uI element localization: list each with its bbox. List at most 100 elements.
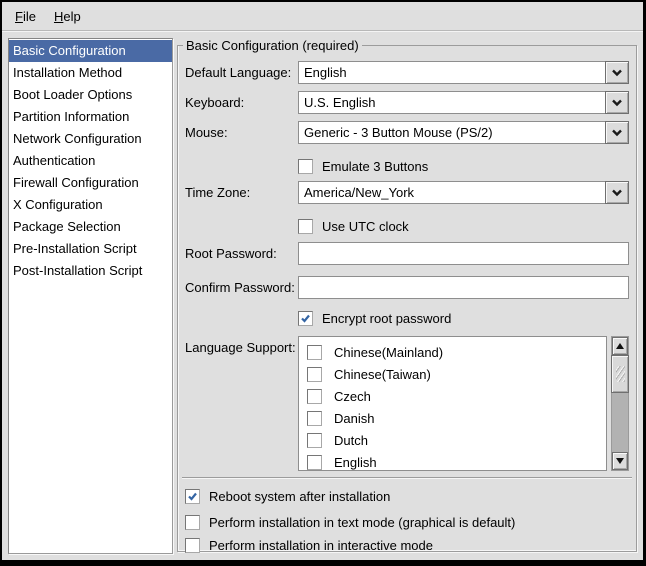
language-label: Chinese(Mainland) [334, 345, 443, 360]
mouse-label: Mouse: [185, 125, 298, 140]
text-mode-label: Perform installation in text mode (graph… [209, 515, 515, 530]
reboot-after-install-label: Reboot system after installation [209, 489, 390, 504]
frame-title: Basic Configuration (required) [183, 38, 362, 53]
time-zone-row: Time Zone: America/New_York [185, 181, 629, 204]
keyboard-dropdown-button[interactable] [605, 91, 629, 114]
mouse-dropdown-button[interactable] [605, 121, 629, 144]
interactive-mode-checkbox-row[interactable]: Perform installation in interactive mode [185, 538, 629, 553]
time-zone-label: Time Zone: [185, 185, 298, 200]
time-zone-combo[interactable]: America/New_York [298, 181, 629, 204]
language-support-area: Chinese(Mainland) Chinese(Taiwan) Czech [298, 336, 629, 471]
use-utc-clock-label: Use UTC clock [322, 219, 409, 234]
language-option-chinese-mainland[interactable]: Chinese(Mainland) [299, 341, 606, 363]
language-checkbox[interactable] [307, 367, 322, 382]
menu-help[interactable]: Help [45, 5, 90, 28]
keyboard-row: Keyboard: U.S. English [185, 91, 629, 114]
language-option-chinese-taiwan[interactable]: Chinese(Taiwan) [299, 363, 606, 385]
interactive-mode-label: Perform installation in interactive mode [209, 538, 433, 553]
language-list-scrollbar[interactable] [611, 336, 629, 471]
language-label: Danish [334, 411, 374, 426]
language-checkbox[interactable] [307, 389, 322, 404]
language-label: Dutch [334, 433, 368, 448]
time-zone-dropdown-button[interactable] [605, 181, 629, 204]
sidebar-item-boot-loader-options[interactable]: Boot Loader Options [9, 84, 172, 106]
menu-help-accel: H [54, 9, 63, 24]
time-zone-value[interactable]: America/New_York [298, 181, 605, 204]
triangle-up-icon [616, 343, 624, 349]
default-language-value[interactable]: English [298, 61, 605, 84]
sidebar-item-x-configuration[interactable]: X Configuration [9, 194, 172, 216]
keyboard-label: Keyboard: [185, 95, 298, 110]
language-checkbox[interactable] [307, 411, 322, 426]
sidebar-item-network-configuration[interactable]: Network Configuration [9, 128, 172, 150]
sidebar-item-basic-configuration[interactable]: Basic Configuration [9, 40, 172, 62]
confirm-password-label: Confirm Password: [185, 280, 298, 295]
root-password-row: Root Password: [185, 242, 629, 265]
chevron-down-icon [611, 125, 623, 140]
default-language-combo[interactable]: English [298, 61, 629, 84]
sidebar-item-installation-method[interactable]: Installation Method [9, 62, 172, 84]
language-checkbox[interactable] [307, 433, 322, 448]
encrypt-root-password-checkbox-row[interactable]: Encrypt root password [298, 311, 629, 326]
root-password-field[interactable] [298, 242, 629, 265]
text-mode-checkbox-row[interactable]: Perform installation in text mode (graph… [185, 515, 629, 530]
default-language-row: Default Language: English [185, 61, 629, 84]
language-label: English [334, 455, 377, 470]
use-utc-clock-checkbox[interactable] [298, 219, 313, 234]
reboot-after-install-checkbox-row[interactable]: Reboot system after installation [185, 489, 629, 504]
menu-help-rest: elp [63, 9, 80, 24]
menu-file[interactable]: File [6, 5, 45, 28]
language-option-czech[interactable]: Czech [299, 385, 606, 407]
main-area: Basic Configuration Installation Method … [2, 31, 643, 560]
menu-file-accel: F [15, 9, 23, 24]
encrypt-root-password-checkbox[interactable] [298, 311, 313, 326]
chevron-down-icon [611, 65, 623, 80]
keyboard-value[interactable]: U.S. English [298, 91, 605, 114]
kickstart-configurator-window: File Help Basic Configuration Installati… [0, 0, 646, 566]
sidebar-item-authentication[interactable]: Authentication [9, 150, 172, 172]
chevron-down-icon [611, 185, 623, 200]
confirm-password-field[interactable] [298, 276, 629, 299]
emulate-3-buttons-checkbox[interactable] [298, 159, 313, 174]
check-icon [300, 313, 311, 324]
language-checkbox[interactable] [307, 455, 322, 470]
text-mode-checkbox[interactable] [185, 515, 200, 530]
language-support-label: Language Support: [185, 336, 298, 355]
sidebar-item-package-selection[interactable]: Package Selection [9, 216, 172, 238]
keyboard-combo[interactable]: U.S. English [298, 91, 629, 114]
language-option-danish[interactable]: Danish [299, 407, 606, 429]
language-label: Chinese(Taiwan) [334, 367, 431, 382]
language-support-list[interactable]: Chinese(Mainland) Chinese(Taiwan) Czech [298, 336, 607, 471]
scrollbar-thumb[interactable] [611, 355, 629, 393]
sidebar-item-partition-information[interactable]: Partition Information [9, 106, 172, 128]
scrollbar-trough[interactable] [612, 355, 628, 452]
confirm-password-row: Confirm Password: [185, 276, 629, 299]
menu-file-rest: ile [23, 9, 36, 24]
menubar: File Help [2, 2, 643, 31]
reboot-after-install-checkbox[interactable] [185, 489, 200, 504]
scroll-up-button[interactable] [612, 337, 628, 355]
mouse-value[interactable]: Generic - 3 Button Mouse (PS/2) [298, 121, 605, 144]
mouse-combo[interactable]: Generic - 3 Button Mouse (PS/2) [298, 121, 629, 144]
language-option-dutch[interactable]: Dutch [299, 429, 606, 451]
check-icon [187, 491, 198, 502]
language-checkbox[interactable] [307, 345, 322, 360]
sidebar-item-post-installation-script[interactable]: Post-Installation Script [9, 260, 172, 282]
section-list: Basic Configuration Installation Method … [8, 38, 173, 554]
interactive-mode-checkbox[interactable] [185, 538, 200, 553]
emulate-3-buttons-label: Emulate 3 Buttons [322, 159, 428, 174]
sidebar-item-pre-installation-script[interactable]: Pre-Installation Script [9, 238, 172, 260]
emulate-3-buttons-checkbox-row[interactable]: Emulate 3 Buttons [298, 159, 629, 174]
default-language-label: Default Language: [185, 65, 298, 80]
language-option-english[interactable]: English [299, 451, 606, 471]
scrollbar-grip-icon [616, 366, 625, 382]
language-support-row: Language Support: Chinese(Mainland) Chin… [185, 336, 629, 471]
mouse-row: Mouse: Generic - 3 Button Mouse (PS/2) [185, 121, 629, 144]
use-utc-clock-checkbox-row[interactable]: Use UTC clock [298, 219, 629, 234]
scroll-down-button[interactable] [612, 452, 628, 470]
sidebar-item-firewall-configuration[interactable]: Firewall Configuration [9, 172, 172, 194]
default-language-dropdown-button[interactable] [605, 61, 629, 84]
encrypt-root-password-label: Encrypt root password [322, 311, 451, 326]
language-label: Czech [334, 389, 371, 404]
basic-configuration-frame: Basic Configuration (required) Default L… [177, 38, 637, 552]
